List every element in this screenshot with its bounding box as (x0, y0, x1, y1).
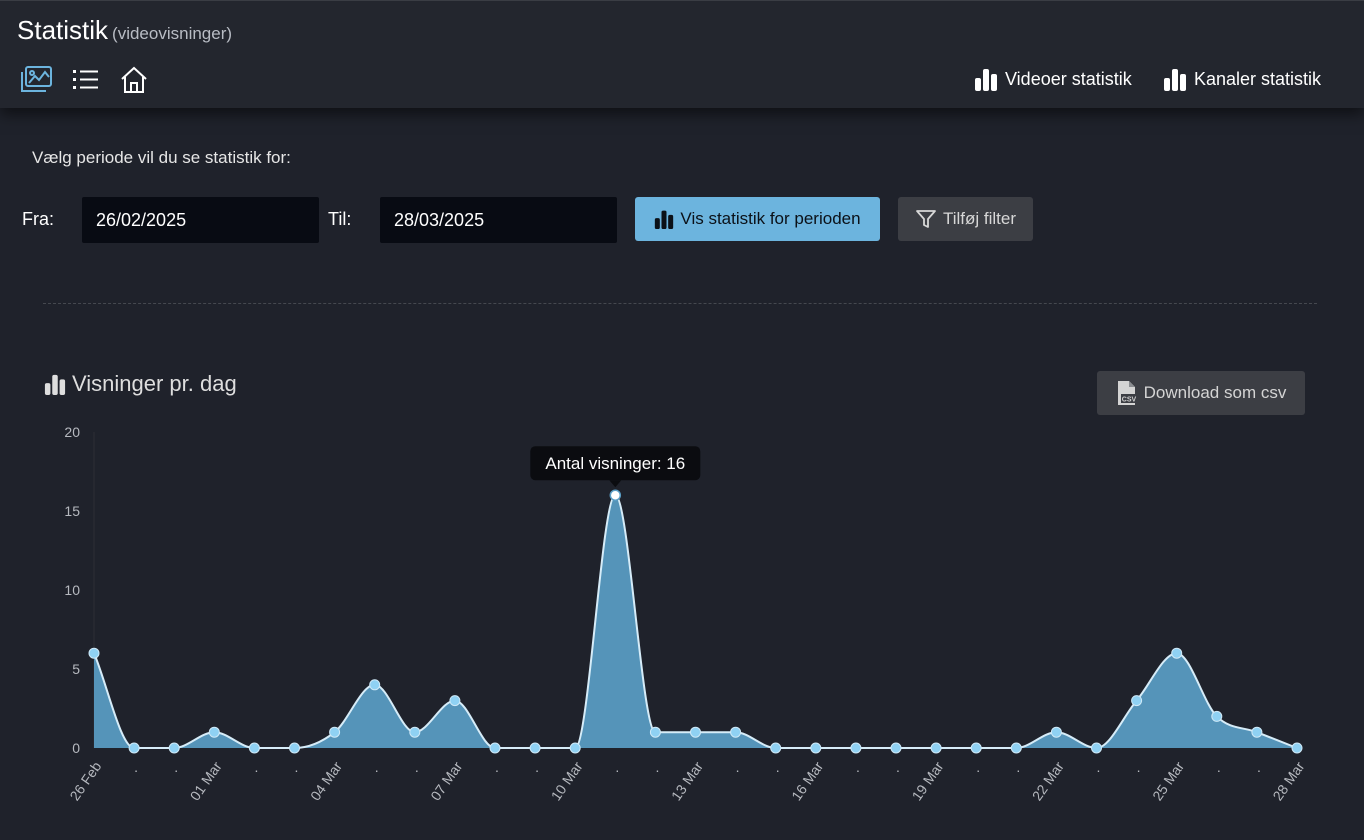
x-tick-label: 25 Mar (1149, 758, 1187, 803)
data-point (850, 742, 862, 754)
x-tick-label: . (254, 759, 258, 775)
bar-chart-icon (1164, 69, 1186, 91)
x-tick-label: . (776, 759, 780, 775)
series-area (94, 495, 1297, 748)
app-header: Statistik (videovisninger) Videoer statis… (0, 0, 1364, 108)
x-tick-label: 07 Mar (427, 758, 465, 803)
data-point (128, 742, 140, 754)
channels-stats-link[interactable]: Kanaler statistik (1163, 67, 1321, 91)
x-tick-label: . (1137, 759, 1141, 775)
y-tick-label: 0 (72, 740, 80, 756)
data-point (248, 742, 260, 754)
data-point (609, 489, 622, 501)
y-tick-label: 20 (64, 424, 80, 440)
data-point (1050, 726, 1062, 738)
data-point (1091, 742, 1102, 754)
x-tick-label: . (415, 759, 419, 775)
data-point (369, 679, 381, 691)
data-point (970, 742, 982, 754)
x-tick-label: 10 Mar (548, 758, 586, 803)
data-point (1291, 742, 1303, 754)
x-tick-label: . (174, 759, 178, 775)
tooltip: Antal visninger: 16 (530, 446, 701, 488)
data-point (88, 647, 100, 659)
x-tick-label: . (375, 759, 379, 775)
data-point (1211, 710, 1223, 722)
home-icon[interactable] (117, 63, 151, 97)
data-point (730, 726, 742, 738)
data-point (449, 695, 461, 707)
x-tick-label: . (1097, 759, 1101, 775)
x-tick-label: 26 Feb (66, 758, 104, 803)
data-point (649, 726, 661, 738)
data-point (1171, 647, 1183, 659)
data-point (1251, 726, 1263, 738)
x-tick-label: . (134, 759, 138, 775)
data-point (1131, 695, 1143, 707)
data-point (289, 742, 300, 754)
x-tick-label: . (1016, 759, 1020, 775)
series-line (93, 494, 1298, 750)
x-tick-label: . (896, 759, 900, 775)
x-tick-label: . (1257, 759, 1261, 775)
x-tick-label: 01 Mar (187, 758, 225, 803)
channels-stats-label: Kanaler statistik (1194, 68, 1322, 89)
data-point (489, 742, 501, 754)
videos-stats-link[interactable]: Videoer statistik (974, 67, 1132, 91)
data-point (409, 726, 421, 738)
data-point (529, 742, 541, 754)
x-tick-label: . (535, 759, 539, 775)
x-tick-label: 28 Mar (1269, 758, 1307, 803)
data-point (569, 742, 581, 754)
x-tick-label: 04 Mar (307, 758, 345, 803)
x-tick-label: . (976, 759, 980, 775)
x-tick-label: . (615, 759, 619, 775)
x-tick-label: . (495, 759, 499, 775)
page-subtitle: (videovisninger) (112, 24, 233, 43)
videos-stats-label: Videoer statistik (1005, 68, 1132, 89)
x-tick-label: 13 Mar (668, 758, 706, 803)
x-tick-label: . (1217, 759, 1221, 775)
x-tick-label: . (655, 759, 659, 775)
y-tick-label: 15 (64, 503, 80, 519)
data-point (168, 742, 180, 754)
x-tick-label: 19 Mar (908, 758, 946, 803)
list-icon[interactable] (69, 63, 103, 97)
tooltip-text: Antal visninger: 16 (545, 454, 685, 473)
x-tick-label: 22 Mar (1029, 758, 1067, 803)
y-tick-label: 5 (72, 661, 80, 677)
data-point (930, 742, 942, 754)
views-per-day-chart: 0 5 10 15 20 26 Feb.. 01 Mar.. 04 Mar.. 07 Mar..… (64, 424, 1307, 803)
x-tick-label: . (295, 759, 299, 775)
page-title: Statistik (videovisninger) (17, 15, 232, 46)
data-point (329, 726, 341, 738)
x-tick-label: 16 Mar (788, 758, 826, 803)
data-point (890, 742, 902, 754)
data-point (770, 742, 782, 754)
data-point (1010, 742, 1022, 754)
tooltip-arrow (609, 480, 622, 488)
x-tick-label: . (736, 759, 740, 775)
data-point (208, 726, 220, 738)
x-tick-label: . (856, 759, 860, 775)
chart-image-icon[interactable] (19, 63, 53, 97)
data-point (810, 742, 822, 754)
data-point (690, 726, 701, 738)
y-tick-label: 10 (64, 582, 80, 598)
page-title-text: Statistik (17, 15, 109, 45)
bar-chart-icon (975, 69, 997, 91)
